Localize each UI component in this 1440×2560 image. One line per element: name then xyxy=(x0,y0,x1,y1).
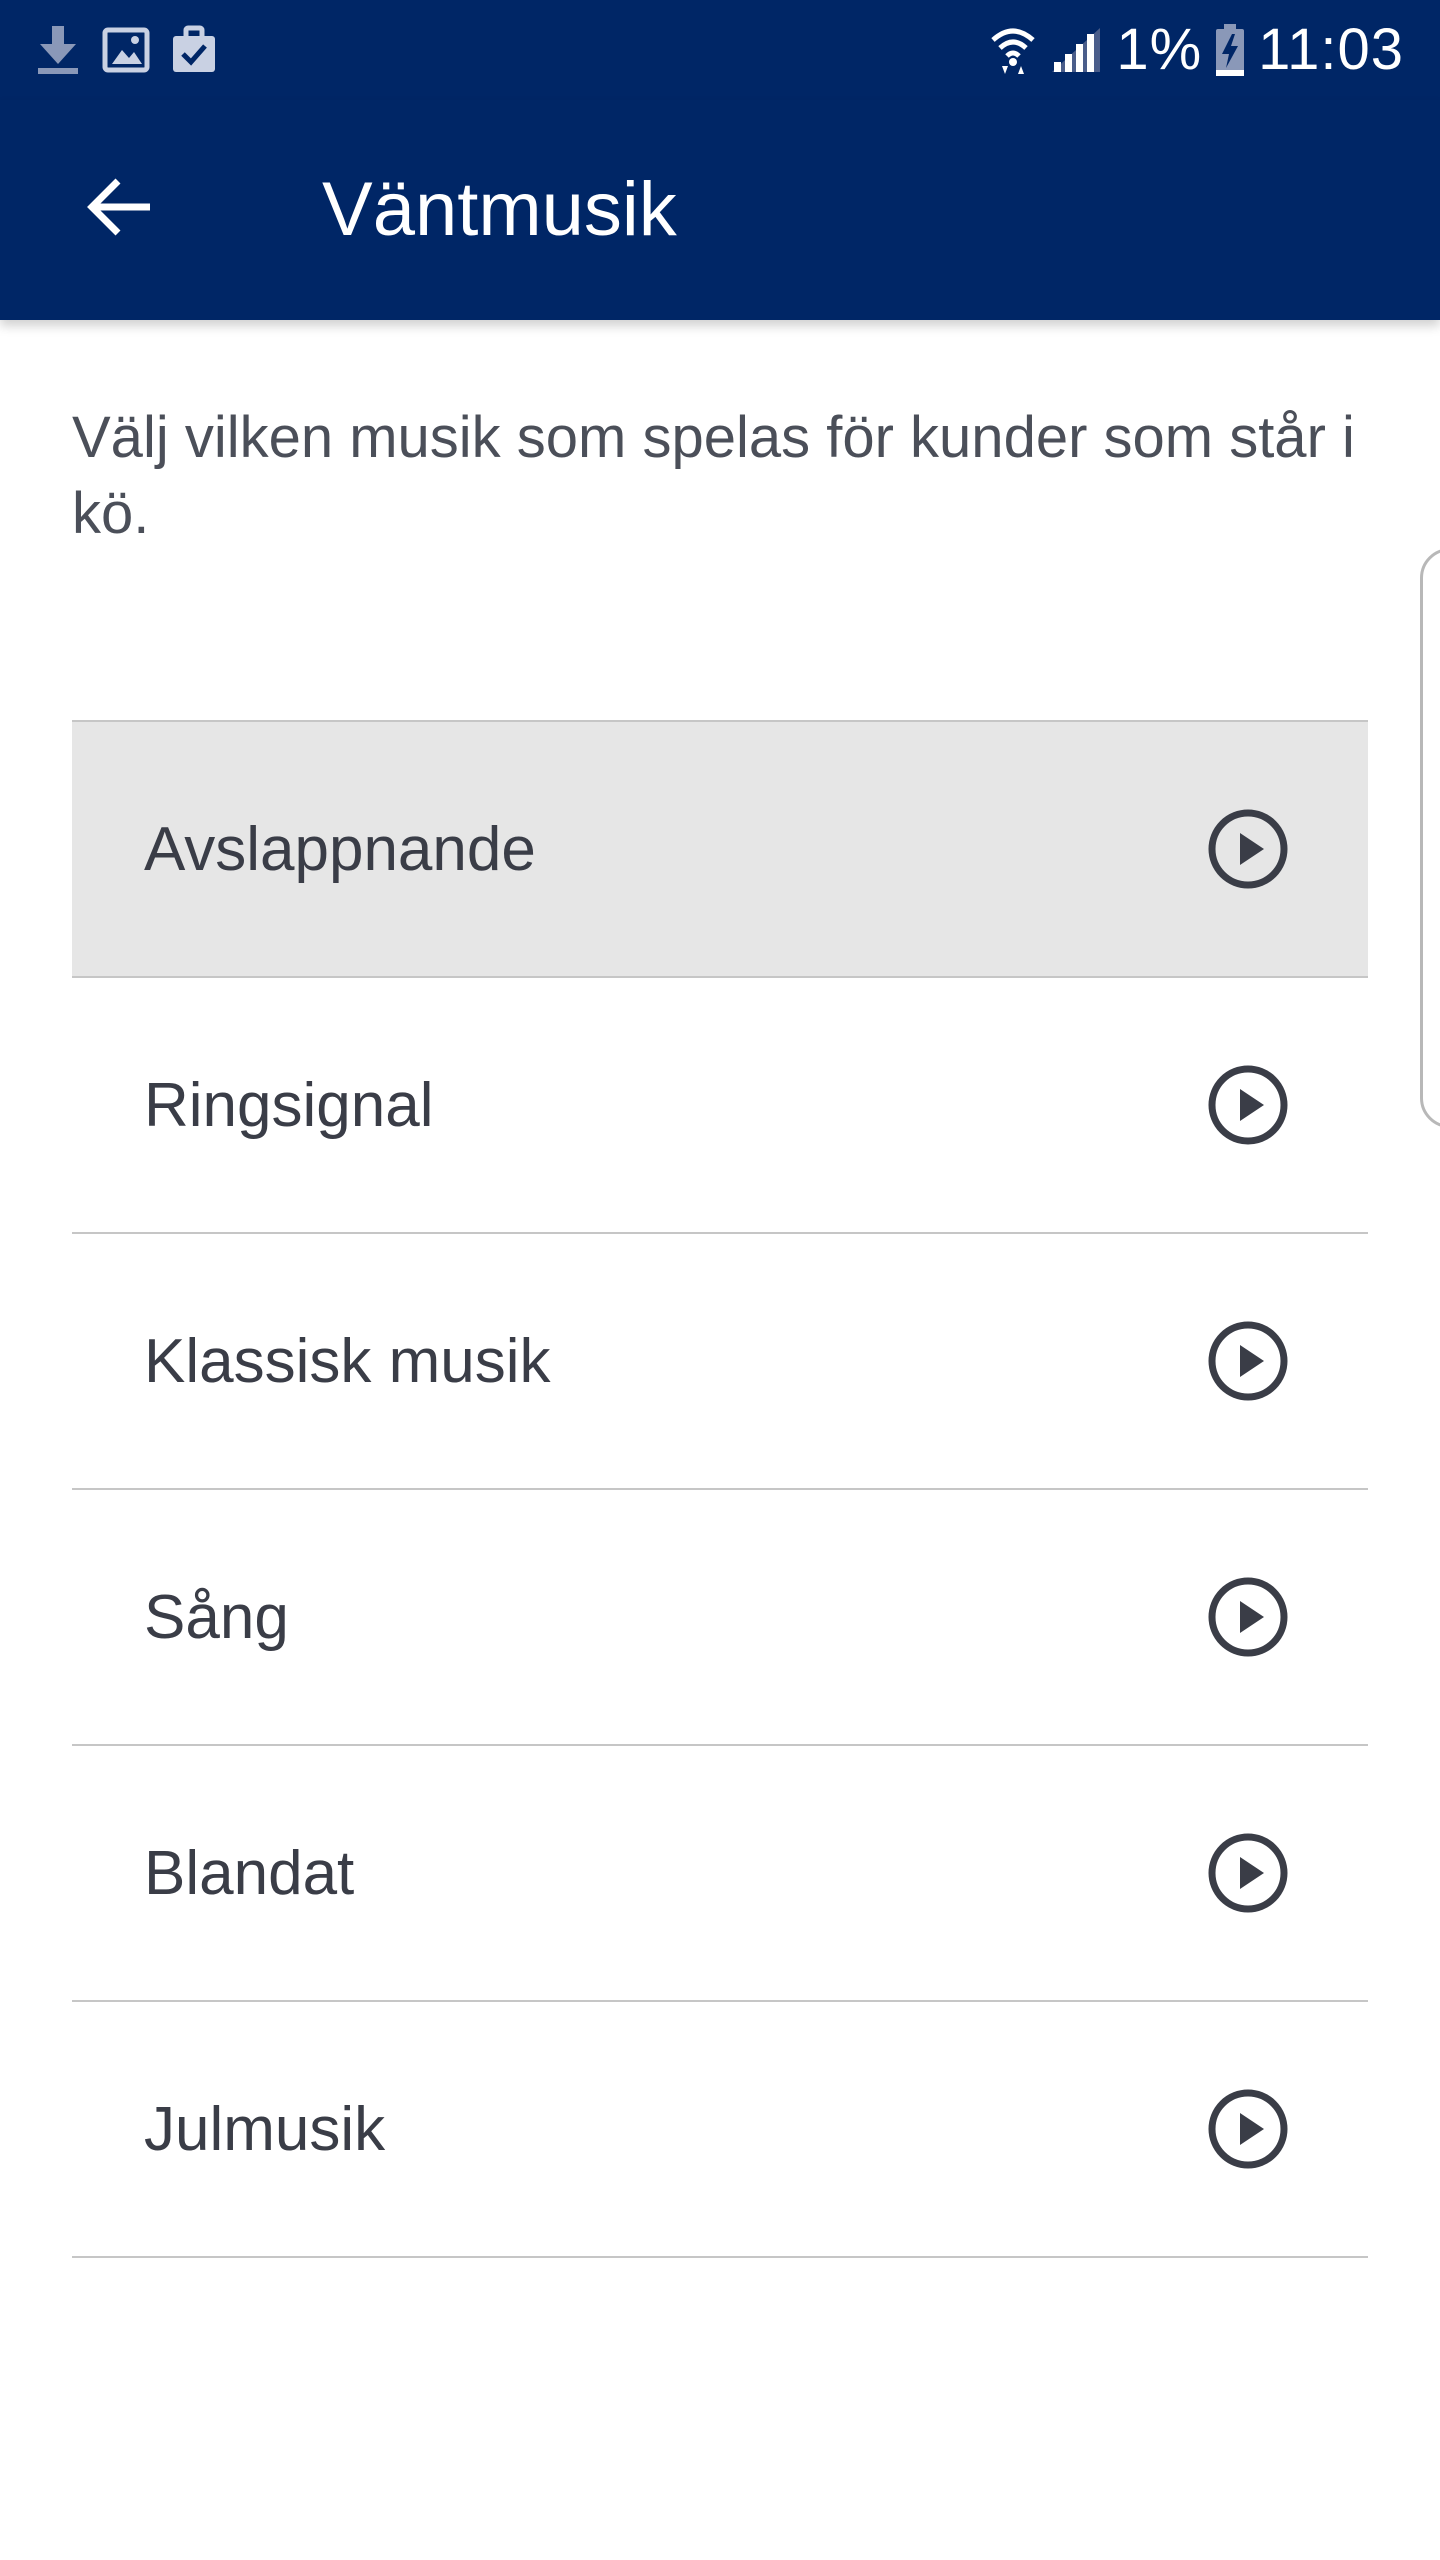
battery-charging-icon xyxy=(1216,24,1245,76)
play-circle-icon xyxy=(1208,1321,1288,1401)
list-item-label: Ringsignal xyxy=(144,1070,434,1140)
music-list: Avslappnande Ringsignal Klassisk musik S… xyxy=(72,720,1368,2258)
play-circle-icon xyxy=(1208,1833,1288,1913)
list-item[interactable]: Julmusik xyxy=(72,2002,1368,2258)
play-button[interactable] xyxy=(1206,1831,1290,1915)
play-button[interactable] xyxy=(1206,807,1290,891)
play-button[interactable] xyxy=(1206,1575,1290,1659)
list-item-label: Julmusik xyxy=(144,2094,386,2164)
edge-panel-handle[interactable] xyxy=(1420,548,1440,1128)
clipboard-check-icon xyxy=(173,25,215,72)
list-item-label: Sång xyxy=(144,1582,289,1652)
play-circle-icon xyxy=(1208,1577,1288,1657)
status-left-icons xyxy=(34,24,218,76)
arrow-left-icon xyxy=(87,178,150,236)
page-description: Välj vilken musik som spelas för kunder … xyxy=(72,405,1355,546)
list-item[interactable]: Ringsignal xyxy=(72,978,1368,1234)
list-item-label: Blandat xyxy=(144,1838,355,1908)
play-circle-icon xyxy=(1208,2089,1288,2169)
image-icon xyxy=(102,27,150,73)
play-button[interactable] xyxy=(1206,2087,1290,2171)
play-button[interactable] xyxy=(1206,1063,1290,1147)
list-item[interactable]: Sång xyxy=(72,1490,1368,1746)
back-button[interactable] xyxy=(60,152,180,262)
app-bar: Väntmusik xyxy=(0,100,1440,320)
page-title: Väntmusik xyxy=(322,167,677,252)
list-item[interactable]: Klassisk musik xyxy=(72,1234,1368,1490)
status-right-icons: 1% 11:03 xyxy=(990,14,1404,86)
play-circle-icon xyxy=(1208,1065,1288,1145)
play-button[interactable] xyxy=(1206,1319,1290,1403)
list-item[interactable]: Avslappnande xyxy=(72,722,1368,978)
status-bar: 1% 11:03 xyxy=(0,0,1440,100)
signal-icon xyxy=(1052,28,1101,72)
list-item[interactable]: Blandat xyxy=(72,1746,1368,2002)
battery-percent: 1% xyxy=(1116,17,1203,82)
list-item-label: Avslappnande xyxy=(144,814,536,884)
list-item-label: Klassisk musik xyxy=(144,1326,551,1396)
status-time: 11:03 xyxy=(1258,17,1404,82)
wifi-icon xyxy=(991,28,1035,74)
play-circle-icon xyxy=(1208,809,1288,889)
download-icon xyxy=(38,26,78,74)
